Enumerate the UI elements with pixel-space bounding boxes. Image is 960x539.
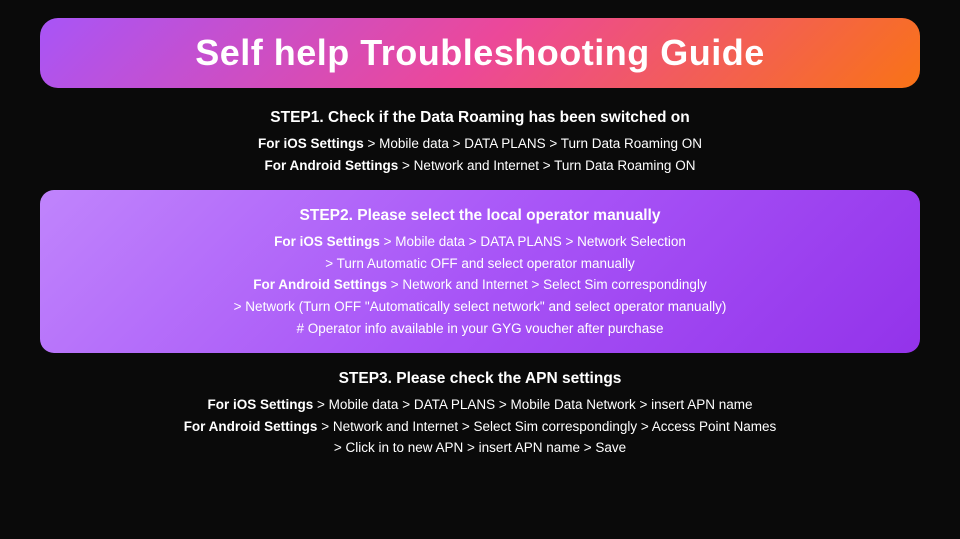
step-3-line-1-normal: > Mobile data > DATA PLANS > Mobile Data…: [313, 397, 752, 412]
step-2-line-2-normal: > Turn Automatic OFF and select operator…: [325, 256, 635, 271]
step-2-line-3-normal: > Network and Internet > Select Sim corr…: [387, 277, 707, 292]
step-1-line-1-normal: > Mobile data > DATA PLANS > Turn Data R…: [364, 136, 702, 151]
step-block-2: STEP2. Please select the local operator …: [40, 190, 920, 353]
step-2-line-1-bold: For iOS Settings: [274, 234, 380, 249]
page-title: Self help Troubleshooting Guide: [195, 32, 765, 73]
step-title-1: STEP1. Check if the Data Roaming has bee…: [40, 106, 920, 130]
step-3-line-1-bold: For iOS Settings: [208, 397, 314, 412]
step-3-line-3-normal: > Click in to new APN > insert APN name …: [334, 440, 626, 455]
step-3-line-1: For iOS Settings > Mobile data > DATA PL…: [40, 394, 920, 416]
step-title-2: STEP2. Please select the local operator …: [70, 204, 890, 228]
step-1-line-1-bold: For iOS Settings: [258, 136, 364, 151]
step-block-3: STEP3. Please check the APN settings For …: [40, 367, 920, 459]
step-2-line-4-normal: > Network (Turn OFF "Automatically selec…: [234, 299, 727, 314]
title-banner: Self help Troubleshooting Guide: [40, 18, 920, 88]
step-block-1: STEP1. Check if the Data Roaming has bee…: [40, 106, 920, 176]
step-2-line-4: > Network (Turn OFF "Automatically selec…: [70, 296, 890, 318]
step-2-line-1: For iOS Settings > Mobile data > DATA PL…: [70, 231, 890, 253]
step-3-line-2-normal: > Network and Internet > Select Sim corr…: [317, 419, 776, 434]
step-3-line-3: > Click in to new APN > insert APN name …: [40, 437, 920, 459]
step-2-line-2: > Turn Automatic OFF and select operator…: [70, 253, 890, 275]
step-2-line-5-normal: # Operator info available in your GYG vo…: [297, 321, 664, 336]
step-1-line-2-normal: > Network and Internet > Turn Data Roami…: [398, 158, 695, 173]
step-2-line-1-normal: > Mobile data > DATA PLANS > Network Sel…: [380, 234, 686, 249]
step-1-line-1: For iOS Settings > Mobile data > DATA PL…: [40, 133, 920, 155]
step-1-line-2-bold: For Android Settings: [265, 158, 399, 173]
step-1-line-2: For Android Settings > Network and Inter…: [40, 155, 920, 177]
step-2-line-5: # Operator info available in your GYG vo…: [70, 318, 890, 340]
step-title-3: STEP3. Please check the APN settings: [40, 367, 920, 391]
step-2-line-3: For Android Settings > Network and Inter…: [70, 274, 890, 296]
step-3-line-2: For Android Settings > Network and Inter…: [40, 416, 920, 438]
step-3-line-2-bold: For Android Settings: [184, 419, 318, 434]
step-2-line-3-bold: For Android Settings: [253, 277, 387, 292]
